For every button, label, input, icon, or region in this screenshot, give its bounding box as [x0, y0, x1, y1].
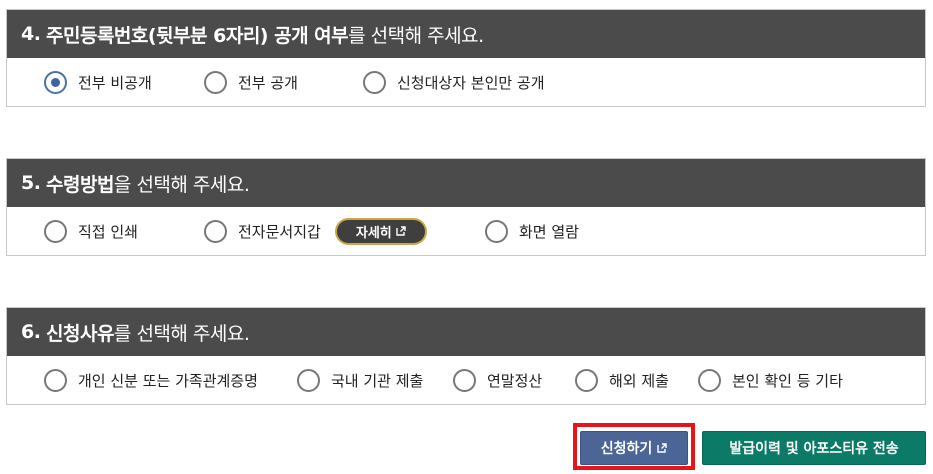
section-title-bold: 신청사유 — [46, 322, 114, 345]
radio-button[interactable] — [44, 70, 67, 94]
option-group: 직접 인쇄 전자문서지갑 자세히 화면 열람 — [7, 207, 925, 255]
radio-button[interactable] — [575, 368, 598, 392]
option-e-wallet[interactable]: 전자문서지갑 자세히 — [204, 217, 485, 245]
section-header: 6. 신청사유 를 선택해 주세요. — [7, 308, 925, 356]
option-identity-other[interactable]: 본인 확인 등 기타 — [698, 368, 843, 392]
external-link-icon — [396, 226, 406, 236]
radio-button[interactable] — [204, 219, 227, 243]
option-overseas[interactable]: 해외 제출 — [575, 368, 698, 392]
radio-button[interactable] — [363, 70, 386, 94]
section-header: 4. 주민등록번호(뒷부분 6자리) 공개 여부 를 선택해 주세요. — [7, 10, 925, 58]
section-number: 5. — [21, 172, 41, 194]
apply-button-label: 신청하기 — [600, 441, 653, 457]
section-title-bold: 수령방법 — [46, 173, 114, 196]
detail-button-label: 자세히 — [355, 225, 392, 241]
option-year-end-tax[interactable]: 연말정산 — [453, 368, 575, 392]
send-history-apostille-button[interactable]: 발급이력 및 아포스티유 전송 — [702, 431, 926, 465]
option-direct-print[interactable]: 직접 인쇄 — [44, 219, 204, 243]
section-reason: 6. 신청사유 를 선택해 주세요. 개인 신분 또는 가족관계증명 국내 기관 … — [6, 307, 926, 405]
option-label: 전부 비공개 — [78, 73, 152, 92]
section-receive-method: 5. 수령방법 을 선택해 주세요. 직접 인쇄 전자문서지갑 자세히 화면 열람 — [6, 158, 926, 256]
option-all-public[interactable]: 전부 공개 — [204, 70, 363, 94]
section-title-bold: 주민등록번호(뒷부분 6자리) 공개 여부 — [46, 24, 349, 47]
option-label: 연말정산 — [487, 371, 543, 390]
radio-button[interactable] — [698, 368, 721, 392]
option-self-only[interactable]: 신청대상자 본인만 공개 — [363, 70, 545, 94]
radio-button[interactable] — [297, 368, 320, 392]
section-title-rest: 을 선택해 주세요. — [113, 173, 250, 196]
section-header: 5. 수령방법 을 선택해 주세요. — [7, 159, 925, 207]
section-title-rest: 를 선택해 주세요. — [113, 322, 250, 345]
section-number: 4. — [21, 23, 41, 45]
option-label: 본인 확인 등 기타 — [732, 371, 843, 390]
radio-button[interactable] — [44, 368, 67, 392]
radio-button[interactable] — [453, 368, 476, 392]
radio-button[interactable] — [485, 219, 508, 243]
radio-button[interactable] — [44, 219, 67, 243]
section-id-disclosure: 4. 주민등록번호(뒷부분 6자리) 공개 여부 를 선택해 주세요. 전부 비공… — [6, 9, 926, 107]
option-all-private[interactable]: 전부 비공개 — [44, 70, 204, 94]
section-title-rest: 를 선택해 주세요. — [348, 24, 484, 47]
external-link-icon — [657, 443, 667, 453]
option-label: 전자문서지갑 — [238, 222, 321, 241]
option-label: 국내 기관 제출 — [331, 371, 424, 390]
option-domestic-agency[interactable]: 국내 기관 제출 — [297, 368, 453, 392]
option-label: 개인 신분 또는 가족관계증명 — [78, 371, 258, 390]
option-label: 직접 인쇄 — [78, 222, 138, 241]
send-button-label: 발급이력 및 아포스티유 전송 — [729, 441, 899, 457]
option-label: 신청대상자 본인만 공개 — [397, 73, 545, 92]
detail-button[interactable]: 자세히 — [334, 217, 427, 245]
section-number: 6. — [21, 321, 41, 343]
option-group: 전부 비공개 전부 공개 신청대상자 본인만 공개 — [7, 58, 925, 106]
radio-button[interactable] — [204, 70, 227, 94]
option-label: 해외 제출 — [609, 371, 669, 390]
option-label: 전부 공개 — [238, 73, 298, 92]
option-screen-view[interactable]: 화면 열람 — [485, 219, 579, 243]
apply-button[interactable]: 신청하기 — [580, 431, 688, 465]
option-group: 개인 신분 또는 가족관계증명 국내 기관 제출 연말정산 해외 제출 본인 확… — [7, 356, 925, 404]
option-label: 화면 열람 — [519, 222, 579, 241]
option-family-relation[interactable]: 개인 신분 또는 가족관계증명 — [44, 368, 297, 392]
